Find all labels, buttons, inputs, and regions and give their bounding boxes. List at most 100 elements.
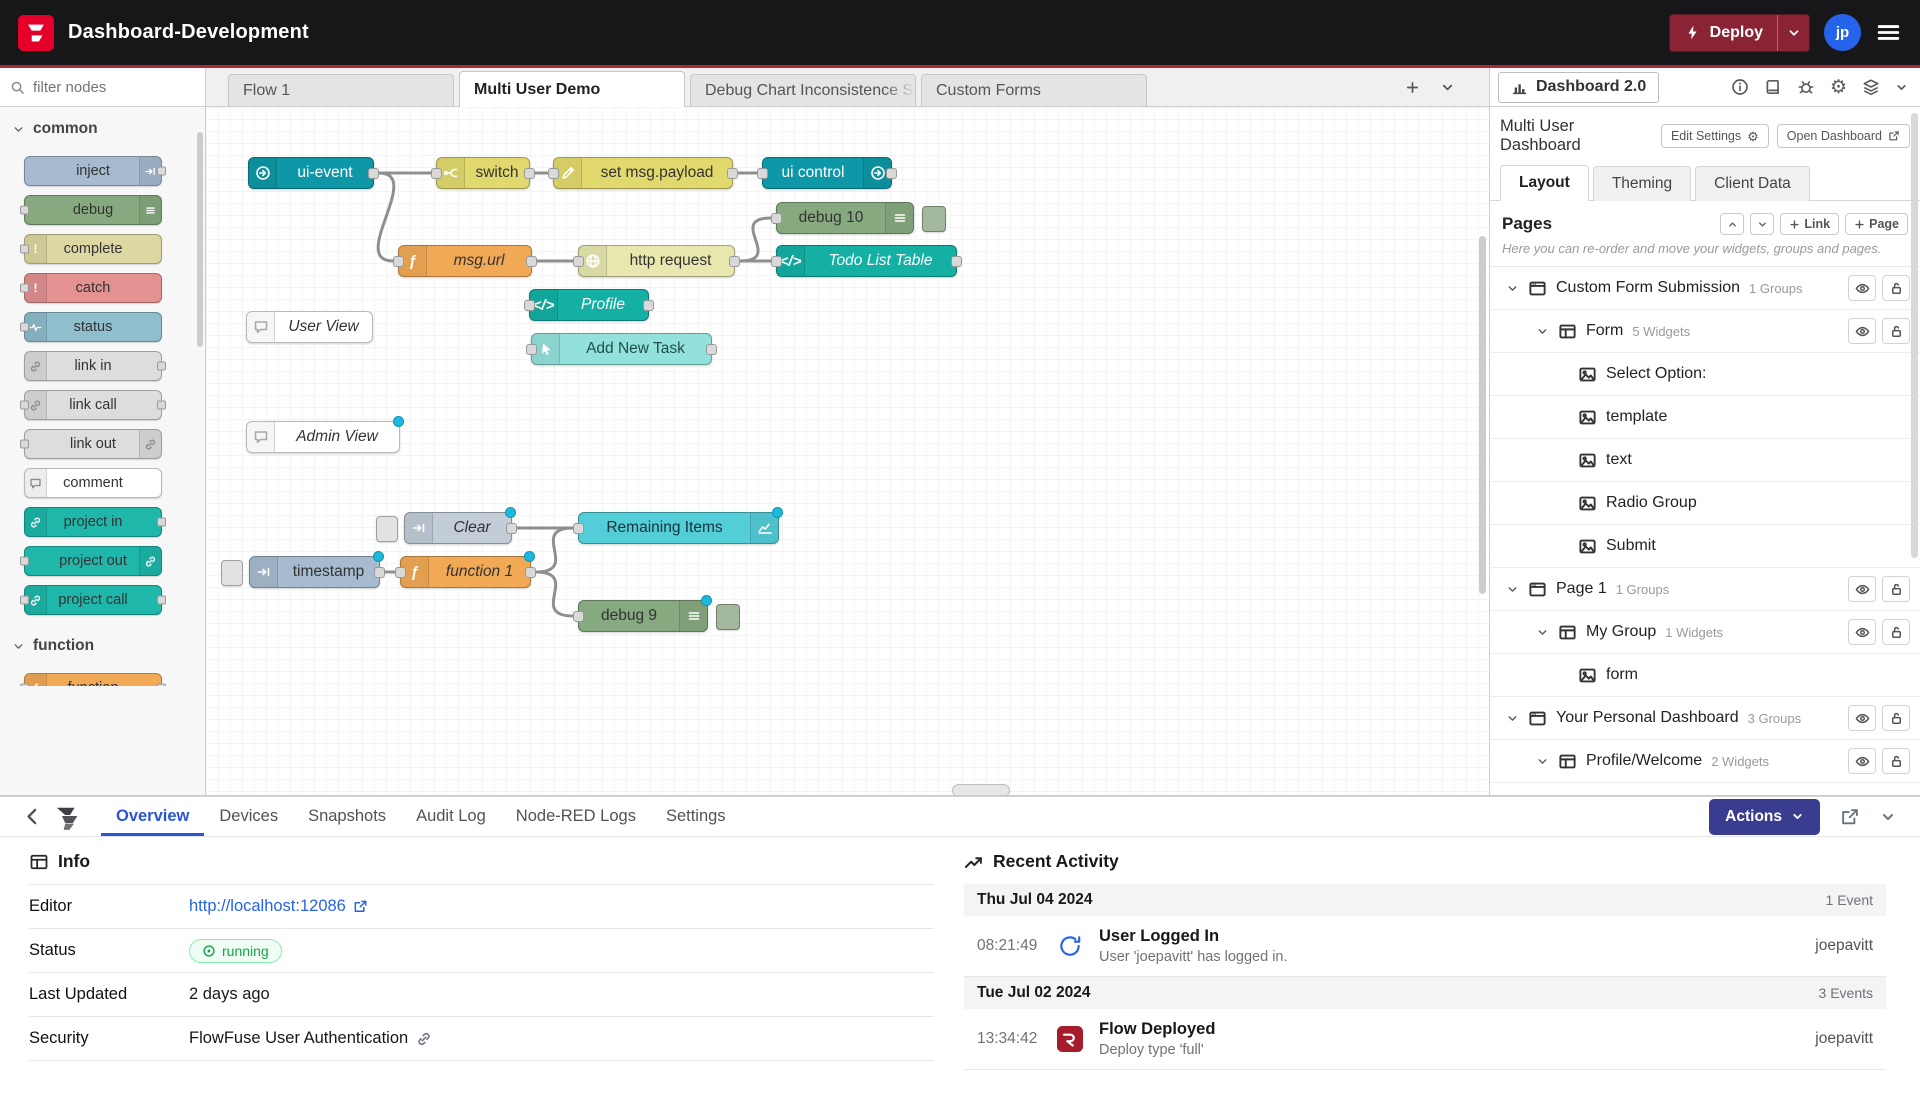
sidebar-caret-icon[interactable] bbox=[1895, 81, 1908, 94]
flow-node-todo[interactable]: </>Todo List Table bbox=[776, 245, 957, 277]
input-port[interactable] bbox=[20, 440, 29, 449]
input-port[interactable] bbox=[395, 567, 406, 578]
flowfuse-mark-icon[interactable] bbox=[53, 803, 83, 830]
docs-icon[interactable] bbox=[1764, 78, 1782, 96]
tree-row-Profile/Welcome[interactable]: Profile/Welcome2 Widgets bbox=[1490, 740, 1920, 783]
flow-node-set[interactable]: set msg.payload bbox=[553, 157, 733, 189]
tree-row-text[interactable]: text bbox=[1490, 439, 1920, 482]
input-port[interactable] bbox=[431, 168, 442, 179]
palette-node-project in[interactable]: project in bbox=[24, 507, 162, 537]
palette-node-link out[interactable]: link out bbox=[24, 429, 162, 459]
inject-button[interactable] bbox=[376, 516, 398, 542]
visibility-toggle-button[interactable] bbox=[1848, 748, 1876, 774]
input-port[interactable] bbox=[573, 611, 584, 622]
flow-canvas[interactable]: ui-event switch set msg.payload ui control d… bbox=[206, 107, 1489, 795]
instance-tab-Settings[interactable]: Settings bbox=[651, 797, 741, 836]
collapse-panel-icon[interactable] bbox=[1880, 809, 1896, 825]
output-port[interactable] bbox=[374, 567, 385, 578]
debug-toggle-button[interactable] bbox=[716, 604, 740, 630]
flow-node-adminview[interactable]: Admin View bbox=[246, 421, 400, 453]
input-port[interactable] bbox=[573, 256, 584, 267]
output-port[interactable] bbox=[525, 567, 536, 578]
bug-icon[interactable] bbox=[1797, 78, 1815, 96]
sidebar-scrollbar[interactable] bbox=[1911, 113, 1918, 558]
flow-tab-Flow 1[interactable]: Flow 1 bbox=[228, 74, 454, 106]
flow-node-addtask[interactable]: Add New Task bbox=[531, 333, 712, 365]
tree-row-Page 1[interactable]: Page 11 Groups bbox=[1490, 568, 1920, 611]
lock-toggle-button[interactable] bbox=[1882, 619, 1910, 645]
flow-node-userview[interactable]: User View bbox=[246, 311, 373, 343]
input-port[interactable] bbox=[20, 284, 29, 293]
flow-node-debug9[interactable]: debug 9 bbox=[578, 600, 708, 632]
instance-tab-Audit Log[interactable]: Audit Log bbox=[401, 797, 501, 836]
output-port[interactable] bbox=[951, 256, 962, 267]
output-port[interactable] bbox=[643, 300, 654, 311]
activity-row-Flow Deployed[interactable]: 13:34:42Flow DeployedDeploy type 'full'j… bbox=[964, 1009, 1886, 1070]
info-icon[interactable] bbox=[1731, 78, 1749, 96]
palette-scrollbar[interactable] bbox=[197, 132, 203, 347]
sidebar-tab-Client Data[interactable]: Client Data bbox=[1695, 166, 1810, 201]
output-port[interactable] bbox=[506, 523, 517, 534]
output-port[interactable] bbox=[157, 684, 166, 687]
sidebar-tab-dashboard[interactable]: Dashboard 2.0 bbox=[1498, 72, 1659, 103]
deploy-button[interactable]: Deploy bbox=[1669, 14, 1810, 52]
panel-splitter-handle[interactable] bbox=[952, 784, 1010, 795]
sidebar-tab-Layout[interactable]: Layout bbox=[1500, 165, 1589, 201]
input-port[interactable] bbox=[573, 523, 584, 534]
output-port[interactable] bbox=[157, 401, 166, 410]
lock-toggle-button[interactable] bbox=[1882, 748, 1910, 774]
canvas-scrollbar[interactable] bbox=[1479, 236, 1486, 594]
back-icon[interactable] bbox=[22, 806, 43, 827]
expand-all-button[interactable] bbox=[1750, 213, 1774, 235]
actions-button[interactable]: Actions bbox=[1709, 799, 1820, 835]
palette-node-status[interactable]: status bbox=[24, 312, 162, 342]
palette-node-inject[interactable]: inject bbox=[24, 156, 162, 186]
flow-node-uicontrol[interactable]: ui control bbox=[762, 157, 892, 189]
input-port[interactable] bbox=[757, 168, 768, 179]
flow-node-timestamp[interactable]: timestamp bbox=[249, 556, 380, 588]
input-port[interactable] bbox=[20, 401, 29, 410]
flow-node-http[interactable]: http request bbox=[578, 245, 735, 277]
open-dashboard-button[interactable]: Open Dashboard bbox=[1777, 124, 1910, 148]
palette-section-common[interactable]: common bbox=[0, 107, 205, 147]
output-port[interactable] bbox=[157, 167, 166, 176]
visibility-toggle-button[interactable] bbox=[1848, 275, 1876, 301]
instance-tab-Devices[interactable]: Devices bbox=[204, 797, 293, 836]
palette-node-catch[interactable]: !catch bbox=[24, 273, 162, 303]
input-port[interactable] bbox=[20, 206, 29, 215]
tree-row-My Group[interactable]: My Group1 Widgets bbox=[1490, 611, 1920, 654]
debug-toggle-button[interactable] bbox=[922, 206, 946, 232]
palette-node-complete[interactable]: !complete bbox=[24, 234, 162, 264]
deploy-options-caret[interactable] bbox=[1777, 15, 1809, 51]
flowfuse-logo[interactable] bbox=[18, 15, 54, 51]
instance-tab-Overview[interactable]: Overview bbox=[101, 797, 204, 836]
visibility-toggle-button[interactable] bbox=[1848, 619, 1876, 645]
main-menu-icon[interactable] bbox=[1875, 19, 1902, 46]
flow-node-clear[interactable]: Clear bbox=[404, 512, 512, 544]
flow-node-ui-event[interactable]: ui-event bbox=[248, 157, 374, 189]
gear-icon[interactable]: ⚙ bbox=[1830, 78, 1847, 97]
palette-node-comment[interactable]: comment bbox=[24, 468, 162, 498]
editor-link[interactable]: http://localhost:12086 bbox=[189, 897, 368, 916]
flow-node-remaining[interactable]: Remaining Items bbox=[578, 512, 779, 544]
filter-nodes-input[interactable] bbox=[33, 79, 195, 96]
instance-tab-Snapshots[interactable]: Snapshots bbox=[293, 797, 401, 836]
flow-node-switch[interactable]: switch bbox=[436, 157, 530, 189]
tree-row-Radio Group[interactable]: Radio Group bbox=[1490, 482, 1920, 525]
output-port[interactable] bbox=[157, 362, 166, 371]
inject-button[interactable] bbox=[221, 560, 243, 586]
activity-row-User Logged In[interactable]: 08:21:49User Logged InUser 'joepavitt' h… bbox=[964, 916, 1886, 977]
flow-tab-Multi User Demo[interactable]: Multi User Demo bbox=[459, 71, 685, 107]
instance-tab-Node-RED Logs[interactable]: Node-RED Logs bbox=[501, 797, 651, 836]
palette-node-function[interactable]: ƒfunction bbox=[24, 673, 162, 686]
palette-node-project out[interactable]: project out bbox=[24, 546, 162, 576]
tree-row-template[interactable]: template bbox=[1490, 396, 1920, 439]
output-port[interactable] bbox=[727, 168, 738, 179]
output-port[interactable] bbox=[729, 256, 740, 267]
visibility-toggle-button[interactable] bbox=[1848, 318, 1876, 344]
input-port[interactable] bbox=[393, 256, 404, 267]
palette-node-link in[interactable]: link in bbox=[24, 351, 162, 381]
lock-toggle-button[interactable] bbox=[1882, 705, 1910, 731]
input-port[interactable] bbox=[20, 684, 29, 687]
tree-row-Your Personal Dashboard[interactable]: Your Personal Dashboard3 Groups bbox=[1490, 697, 1920, 740]
